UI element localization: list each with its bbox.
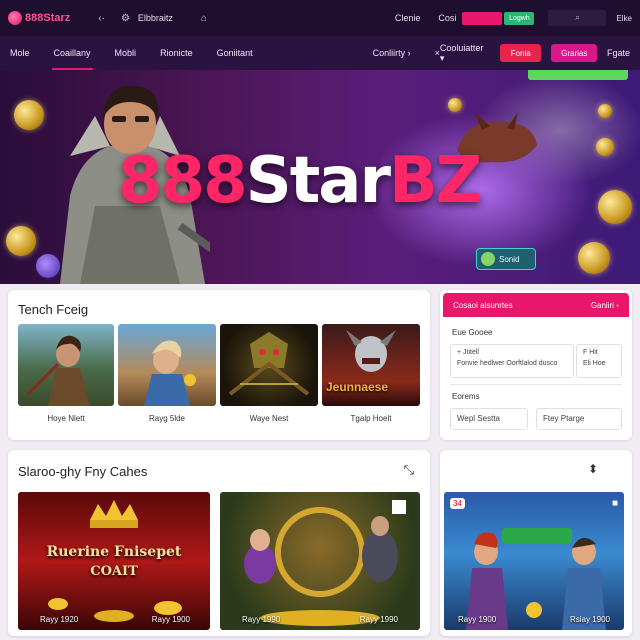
- coin-icon: [596, 138, 614, 156]
- coin-icon: [448, 98, 462, 112]
- brand-logo[interactable]: 888Starz: [8, 11, 70, 25]
- round-badge-icon[interactable]: [34, 252, 62, 280]
- top-bar: 888Starz ‹· ⚙ Elbbraitz ⌂ Clenie Cosi Lo…: [0, 0, 640, 36]
- tile-badge: 34: [450, 498, 465, 509]
- game-caption: Waye Nest: [249, 414, 289, 423]
- coin-icon: [598, 104, 612, 118]
- chevron-down-icon: ▾: [439, 52, 445, 63]
- login-button[interactable]: Logwh: [504, 11, 535, 25]
- game-art: [228, 332, 310, 396]
- expand-icon[interactable]: ⤡: [404, 462, 414, 478]
- brand-name: 888Starz: [25, 12, 71, 24]
- game-tile[interactable]: Ruerine Fnisepet COAIT Rayy 1920 Rayy 19…: [18, 492, 210, 630]
- hero-banner[interactable]: 888StarBZ Sonid: [0, 70, 640, 284]
- game-art: [48, 500, 182, 622]
- tile-corner-icon: ■: [611, 498, 618, 509]
- tile-caption-left: Rayy 1920: [40, 615, 79, 624]
- top-right-link[interactable]: Clenie: [395, 13, 421, 23]
- coin-icon: [6, 226, 36, 256]
- nav-pink-button[interactable]: Grarias: [551, 44, 597, 62]
- logo-icon: [8, 11, 22, 25]
- tile-banner-title: Ruerine Fnisepet: [46, 544, 182, 560]
- search-icon: ⌕: [575, 13, 580, 22]
- sidebar-info-box[interactable]: + Jtitell Fonvie hedlwer Oorftlalod dusc…: [450, 344, 574, 378]
- top-mini-link[interactable]: Elke: [616, 14, 632, 23]
- tile-caption-right: Rayy 1990: [359, 615, 398, 624]
- hero-cta-badge[interactable]: Sonid: [476, 248, 536, 270]
- hero-title: 888StarBZ: [118, 144, 482, 218]
- tile-caption-right: Rsiay 1900: [569, 615, 610, 624]
- chevron-right-icon: ›: [407, 48, 411, 58]
- game-thumbnail[interactable]: [118, 324, 216, 406]
- game-caption: Hoye Nlett: [47, 414, 85, 423]
- share-icon[interactable]: ⬍: [588, 462, 598, 476]
- game-thumbnail[interactable]: [18, 324, 114, 406]
- top-link[interactable]: Elbbraitz: [138, 13, 173, 23]
- divider: [450, 384, 622, 385]
- coin-icon: [578, 242, 610, 274]
- game-caption: Rayg 5lde: [148, 414, 186, 423]
- tile-caption-left: Rayy 1900: [458, 615, 497, 624]
- nav-right-dropdown[interactable]: Cooluiatter ▾: [440, 43, 490, 64]
- game-tile[interactable]: Rayy 1990 Rayy 1990: [220, 492, 420, 630]
- sidebar-header[interactable]: Cosaoi alsunrtes Ganiiri ◦: [443, 293, 629, 317]
- close-icon[interactable]: ×: [435, 36, 440, 70]
- game-caption: Tgalp Hoelt: [350, 414, 392, 423]
- game-art: [26, 335, 90, 406]
- sidebar-button-right[interactable]: Ftey Ptarge: [536, 408, 622, 430]
- nav-item-3[interactable]: Rionicte: [160, 36, 193, 70]
- coin-icon: [598, 190, 632, 224]
- top-label: Cosi: [438, 13, 457, 23]
- section-title: Tench Fceig: [18, 302, 89, 317]
- nav-item-4[interactable]: Goniitant: [217, 36, 253, 70]
- sidebar-panel: Cosaoi alsunrtes Ganiiri ◦ Eue Gooee + J…: [440, 290, 632, 440]
- tile-caption-right: Rayy 1900: [151, 615, 190, 624]
- top-games-panel: Tench Fceig Hoye Nlett Rayg 5lde Waye Ne…: [8, 290, 430, 440]
- main-nav: Mole Coaillany Mobli Rionicte Goniitant …: [0, 36, 640, 70]
- recommended-panel: Slaroo-ghy Fny Cahes ⤡ Ruerine Fnisepet …: [8, 450, 430, 636]
- game-art: [144, 340, 196, 406]
- nav-item-1[interactable]: Coaillany: [51, 36, 93, 70]
- sidebar-section-label: Eorems: [452, 392, 480, 401]
- back-icon[interactable]: ‹·: [98, 13, 105, 24]
- coin-icon: [14, 100, 44, 130]
- tile-banner-subtitle: COAIT: [90, 564, 138, 579]
- sidebar-section-label: Eue Gooee: [452, 328, 493, 337]
- sidebar-info-box-small[interactable]: F Hit Eli Hoe: [576, 344, 622, 378]
- home-icon[interactable]: ⌂: [201, 13, 207, 24]
- promo-strip[interactable]: [528, 70, 628, 80]
- settings-icon[interactable]: ⚙: [121, 13, 130, 24]
- search-box[interactable]: ⌕: [548, 10, 607, 26]
- game-tile-title: Jeunnaese: [326, 380, 389, 394]
- section-title: Slaroo-ghy Fny Cahes: [18, 464, 148, 479]
- nav-dropdown[interactable]: Conliirty ›: [373, 36, 411, 70]
- featured-game-panel: ⬍ 34 ■ Rayy 1900 Rsiay 1900: [440, 450, 632, 636]
- game-tile[interactable]: 34 ■ Rayy 1900 Rsiay 1900: [444, 492, 624, 630]
- nav-item-2[interactable]: Mobli: [115, 36, 137, 70]
- sidebar-button-left[interactable]: Wepl Sestta: [450, 408, 528, 430]
- game-thumbnail[interactable]: Jeunnaese: [322, 324, 420, 406]
- tile-caption-left: Rayy 1990: [242, 615, 281, 624]
- game-art: [244, 500, 406, 626]
- game-thumbnail[interactable]: [220, 324, 318, 406]
- nav-right-group: Cooluiatter ▾ Fonia Grarias Fgate: [440, 43, 630, 64]
- nav-item-0[interactable]: Mole: [10, 36, 30, 70]
- nav-right-link[interactable]: Fgate: [607, 48, 630, 58]
- game-art: [466, 528, 606, 630]
- nav-red-button[interactable]: Fonia: [499, 44, 542, 62]
- badge-icon: [481, 252, 495, 266]
- register-button[interactable]: [462, 11, 503, 25]
